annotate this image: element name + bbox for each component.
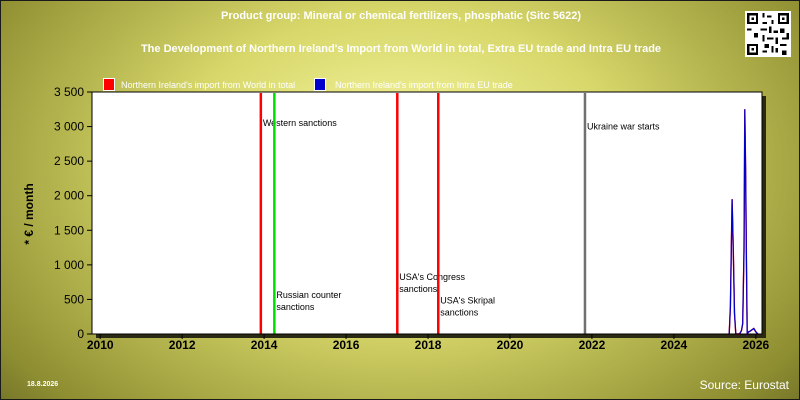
x-tick-label: 2014 bbox=[251, 338, 278, 352]
y-tick-label: 0 bbox=[77, 327, 84, 341]
chart-plot: 0 500 1 000 1 500 2 000 2 500 3 000 3 500 2010 20… bbox=[54, 85, 770, 352]
x-tick-label: 2024 bbox=[661, 338, 688, 352]
x-tick-label: 2022 bbox=[579, 338, 606, 352]
y-tick-label: 3 000 bbox=[54, 120, 84, 134]
y-tick-label: 3 500 bbox=[54, 85, 84, 99]
x-tick-label: 2010 bbox=[87, 338, 114, 352]
y-tick-label: 2 500 bbox=[54, 154, 84, 168]
x-tick-label: 2026 bbox=[743, 338, 770, 352]
x-tick-label: 2020 bbox=[497, 338, 524, 352]
y-tick-label: 2 000 bbox=[54, 189, 84, 203]
y-tick-label: 500 bbox=[64, 292, 84, 306]
y-tick-label: 1 500 bbox=[54, 223, 84, 237]
event-label: Ukraine war starts bbox=[587, 121, 660, 131]
x-tick-label: 2018 bbox=[415, 338, 442, 352]
x-tick-label: 2016 bbox=[333, 338, 360, 352]
plot-area bbox=[91, 91, 763, 335]
x-tick-label: 2012 bbox=[169, 338, 196, 352]
y-tick-label: 1 000 bbox=[54, 258, 84, 272]
